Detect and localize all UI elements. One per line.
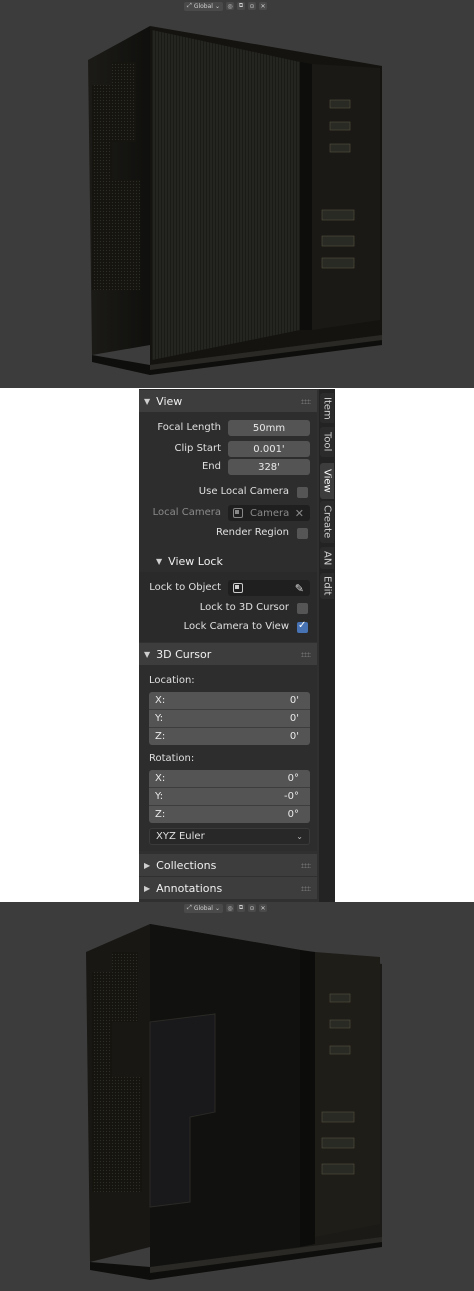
tab-create[interactable]: Create [320, 501, 334, 543]
rotation-mode-dropdown[interactable]: XYZ Euler ⌄ [149, 828, 310, 845]
drag-grip-icon[interactable] [301, 885, 311, 891]
collections-header[interactable]: ▶ Collections [139, 854, 317, 876]
viewport-top[interactable]: ⤢ Global ⌄ ◎ ⧉ ⊙ ✕ [0, 0, 474, 388]
clip-end-label: End [201, 461, 221, 472]
rotation-z-field[interactable]: Z: 0° [149, 806, 310, 823]
drag-grip-icon[interactable] [301, 862, 311, 868]
view-lock-header[interactable]: ▼ View Lock [139, 550, 317, 572]
pc-case-wireframe-render [88, 26, 382, 375]
clear-icon[interactable]: ✕ [295, 507, 304, 520]
rotation-mode-value: XYZ Euler [156, 831, 205, 842]
view-lock-body: Lock to Object ✎ Lock to 3D Cursor Lock … [139, 572, 317, 642]
drag-grip-icon[interactable] [301, 398, 311, 404]
cursor-panel: ▼ 3D Cursor [139, 643, 317, 665]
lock-to-3d-cursor-label: Lock to 3D Cursor [199, 602, 289, 613]
collapse-triangle-icon: ▶ [144, 860, 151, 870]
local-camera-field[interactable]: Camera ✕ [228, 505, 310, 521]
render-region-label: Render Region [215, 527, 289, 538]
clip-start-field[interactable]: 0.001' [228, 441, 310, 457]
rotation-x-field[interactable]: X: 0° [149, 770, 310, 788]
lock-camera-to-view-checkbox[interactable] [297, 620, 308, 633]
annotations-title: Annotations [156, 881, 223, 895]
cursor-panel-body: Location: X: 0' Y: 0' Z: 0' Rotation: X: 0° … [139, 665, 317, 851]
expand-triangle-icon: ▼ [144, 396, 151, 406]
view-panel-title: View [156, 394, 183, 408]
cursor-panel-title: 3D Cursor [156, 647, 212, 661]
location-x-field[interactable]: X: 0' [149, 692, 310, 710]
location-y-field[interactable]: Y: 0' [149, 710, 310, 728]
rotation-y-field[interactable]: Y: -0° [149, 788, 310, 806]
sidebar-tabs: Item Tool View Create AN Edit [319, 389, 335, 902]
location-z-field[interactable]: Z: 0' [149, 728, 310, 745]
cursor-panel-header[interactable]: ▼ 3D Cursor [139, 643, 317, 665]
tab-tool[interactable]: Tool [320, 427, 334, 457]
tab-edit[interactable]: Edit [320, 573, 334, 599]
expand-triangle-icon: ▼ [144, 649, 151, 659]
clip-start-label: Clip Start [174, 443, 222, 454]
lock-to-3d-cursor-checkbox[interactable] [297, 603, 308, 614]
rotation-vector: X: 0° Y: -0° Z: 0° [149, 770, 310, 823]
object-icon [233, 583, 243, 593]
clip-end-field[interactable]: 328' [228, 459, 310, 475]
tab-view[interactable]: View [320, 463, 334, 499]
render-region-checkbox[interactable] [297, 528, 308, 539]
location-vector: X: 0' Y: 0' Z: 0' [149, 692, 310, 745]
use-local-camera-checkbox[interactable] [297, 487, 308, 498]
lock-camera-to-view-label: Lock Camera to View [183, 621, 289, 632]
focal-length-label: Focal Length [157, 422, 221, 433]
collections-panel: ▶ Collections [139, 854, 317, 876]
chevron-down-icon: ⌄ [296, 832, 303, 841]
eyedropper-icon[interactable]: ✎ [295, 582, 304, 595]
view-lock-panel: ▼ View Lock [139, 550, 317, 572]
collections-title: Collections [156, 858, 217, 872]
collapse-triangle-icon: ▶ [144, 883, 151, 893]
focal-length-field[interactable]: 50mm [228, 420, 310, 436]
annotations-panel: ▶ Annotations [139, 877, 317, 899]
lock-to-object-label: Lock to Object [149, 582, 221, 593]
viewport-bottom[interactable]: ⤢ Global ⌄ ◎ ⧉ ⊙ ✕ [0, 902, 474, 1291]
local-camera-label: Local Camera [152, 507, 221, 518]
expand-triangle-icon: ▼ [156, 556, 163, 566]
view-panel-body: Focal Length 50mm Clip Start 0.001' End … [139, 412, 317, 567]
use-local-camera-label: Use Local Camera [198, 486, 289, 497]
sidebar-panel: Item Tool View Create AN Edit ▼ View Foc… [139, 389, 335, 902]
view-lock-title: View Lock [168, 554, 223, 568]
pc-case-solid-render [86, 924, 382, 1280]
lock-to-object-field[interactable]: ✎ [228, 580, 310, 596]
view-panel-header[interactable]: ▼ View [139, 390, 317, 412]
local-camera-value: Camera [250, 507, 290, 519]
tab-item[interactable]: Item [320, 393, 334, 423]
drag-grip-icon[interactable] [301, 651, 311, 657]
location-label: Location: [149, 675, 195, 686]
camera-object-icon [233, 508, 243, 518]
view-panel: ▼ View [139, 390, 317, 412]
rotation-label: Rotation: [149, 753, 195, 764]
tab-an[interactable]: AN [320, 547, 334, 569]
annotations-header[interactable]: ▶ Annotations [139, 877, 317, 899]
